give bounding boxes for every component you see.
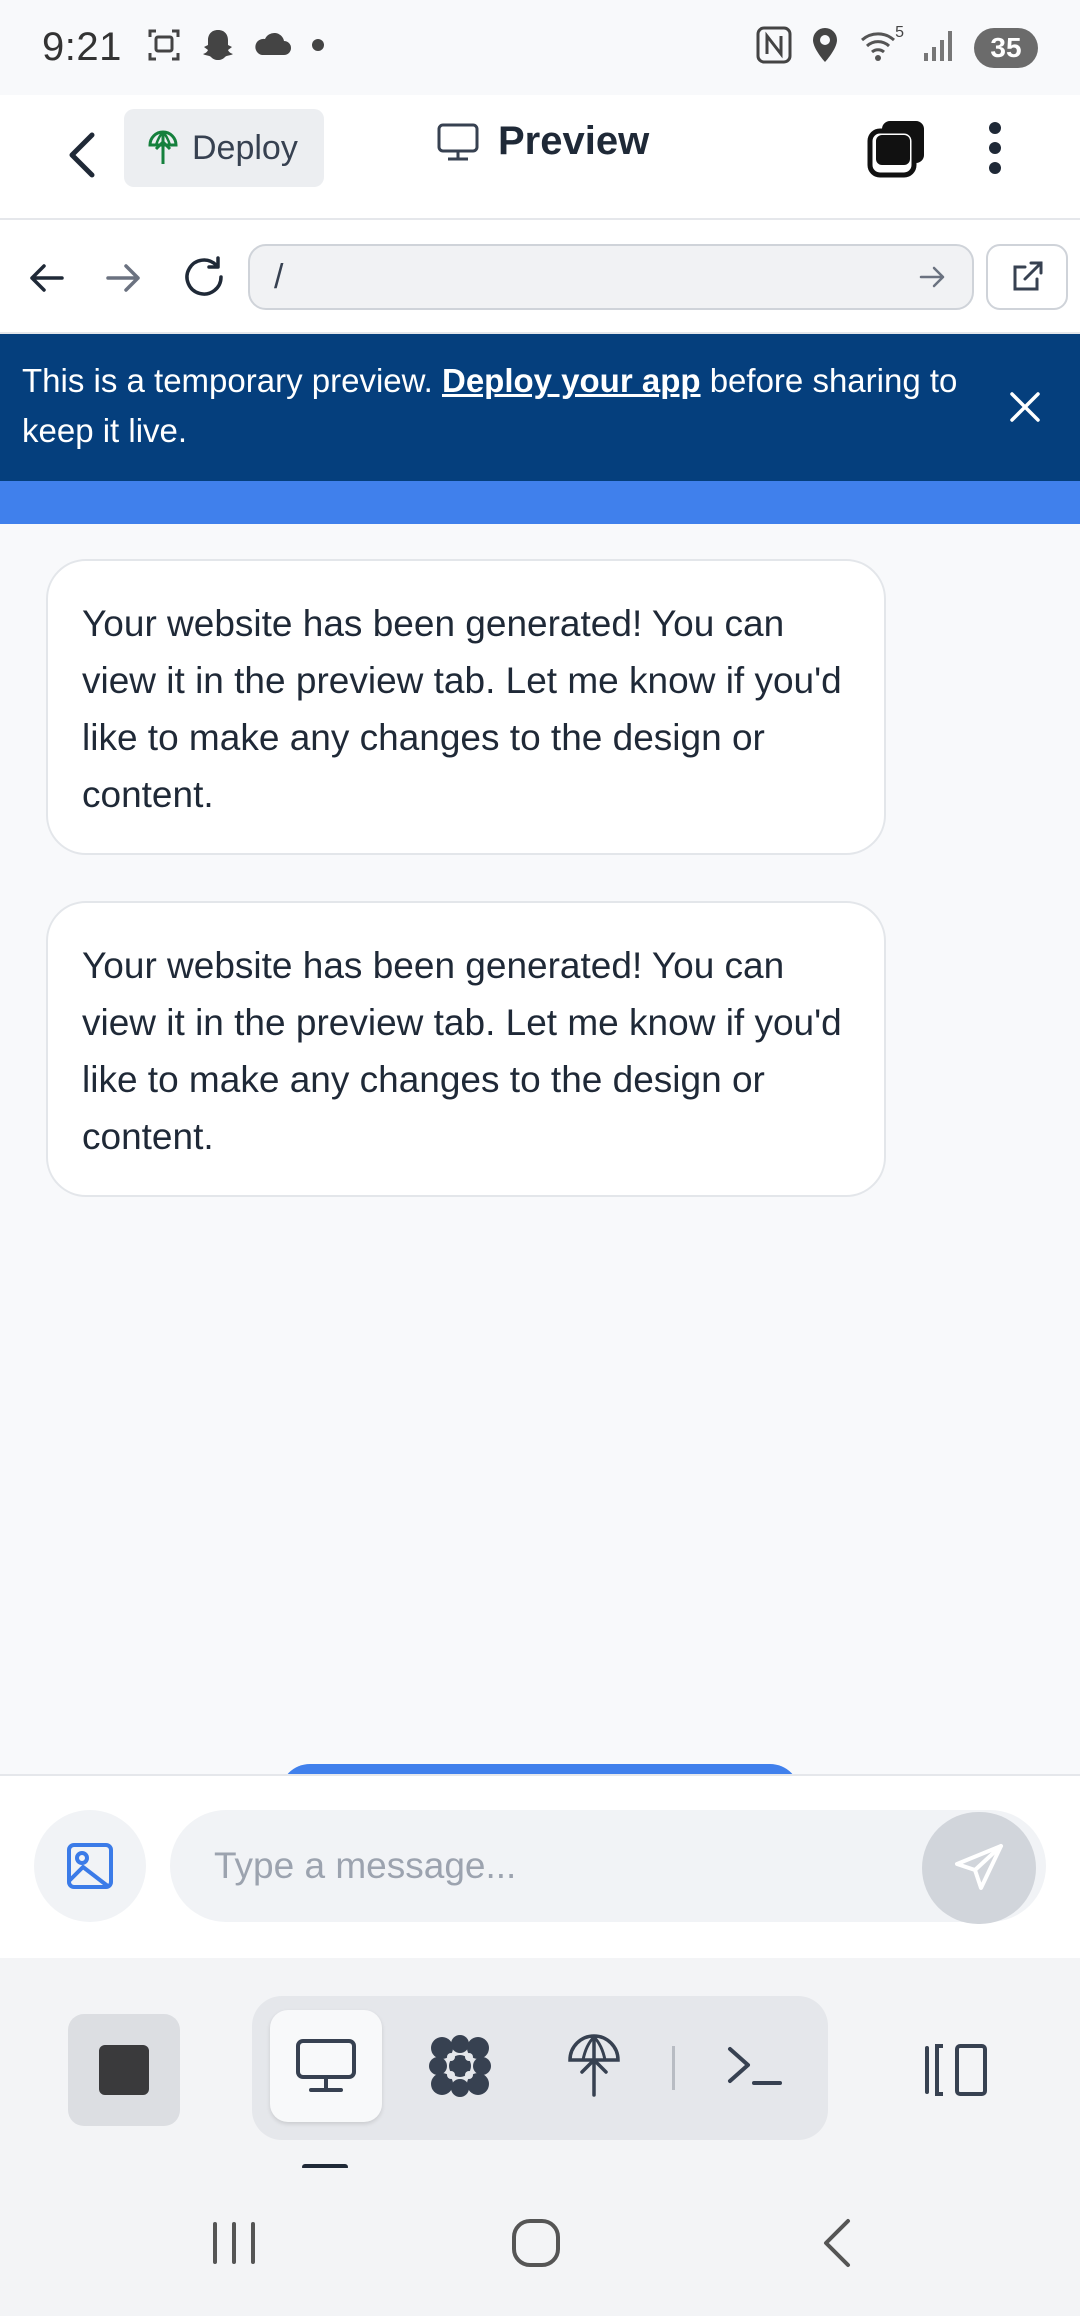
- screenshot-icon: [144, 25, 184, 70]
- tabs-icon: [867, 121, 924, 178]
- preview-progress-strip: [0, 481, 1080, 524]
- browser-back-button[interactable]: [18, 250, 74, 306]
- external-link-icon: [1013, 261, 1043, 291]
- snapchat-icon: [198, 25, 238, 70]
- chevron-left-icon: [69, 132, 95, 178]
- agent-tab[interactable]: [404, 2010, 516, 2122]
- browser-forward-button[interactable]: [96, 250, 152, 306]
- more-options-button[interactable]: [970, 117, 1020, 179]
- back-button[interactable]: [52, 125, 112, 185]
- panel-icon: [925, 2044, 987, 2096]
- agent-icon: [429, 2035, 491, 2097]
- wifi-icon: 5: [858, 24, 904, 69]
- dot-icon: [306, 25, 330, 70]
- monitor-icon: [437, 123, 479, 160]
- recent-apps-icon: [213, 2222, 255, 2264]
- terminal-icon: [728, 2047, 782, 2085]
- send-button[interactable]: [922, 1812, 1036, 1924]
- message-composer: [0, 1774, 1080, 1958]
- preview-banner: This is a temporary preview. Deploy your…: [0, 334, 1080, 481]
- status-time: 9:21: [42, 25, 122, 69]
- stop-button[interactable]: [68, 2014, 180, 2126]
- url-text: /: [274, 257, 284, 296]
- desktop-preview-tab[interactable]: [270, 2010, 382, 2122]
- reload-button[interactable]: [176, 250, 232, 306]
- app-header: Deploy Preview: [0, 95, 1080, 220]
- nfc-icon: [756, 26, 792, 69]
- url-field[interactable]: /: [248, 244, 974, 310]
- recent-apps-button[interactable]: [194, 2208, 274, 2278]
- tool-divider: [672, 2046, 675, 2090]
- preview-label: Preview: [498, 119, 650, 163]
- terminal-tab[interactable]: [698, 2010, 810, 2122]
- home-button[interactable]: [496, 2208, 576, 2278]
- message-input[interactable]: [170, 1810, 1046, 1922]
- banner-text-before: This is a temporary preview.: [22, 362, 442, 399]
- attach-image-button[interactable]: [34, 1810, 146, 1922]
- close-icon: [1010, 392, 1040, 422]
- tabs-button[interactable]: [866, 117, 928, 179]
- chat-messages: Your website has been generated! You can…: [0, 524, 1080, 1804]
- browser-toolbar: /: [0, 220, 1080, 334]
- deploy-icon: [568, 2034, 620, 2097]
- system-status-icons: 5 35: [756, 24, 1038, 69]
- split-panel-button[interactable]: [918, 2032, 994, 2108]
- system-navigation-bar: [0, 2168, 1080, 2316]
- deploy-icon: [148, 130, 178, 164]
- go-arrow-icon[interactable]: [918, 262, 948, 292]
- deploy-tab[interactable]: [538, 2010, 650, 2122]
- send-icon: [955, 1844, 1003, 1890]
- deploy-app-link[interactable]: Deploy your app: [442, 362, 701, 399]
- assistant-message: Your website has been generated! You can…: [46, 901, 886, 1197]
- status-bar: 9:21 5 35: [0, 0, 1080, 95]
- image-icon: [67, 1843, 113, 1889]
- open-external-button[interactable]: [986, 244, 1068, 310]
- deploy-label: Deploy: [192, 128, 298, 167]
- more-vertical-icon: [989, 122, 1001, 174]
- arrow-right-icon: [106, 264, 140, 292]
- refresh-icon: [185, 256, 223, 296]
- desktop-icon: [296, 2039, 356, 2092]
- home-icon: [512, 2219, 560, 2267]
- location-icon: [810, 26, 840, 69]
- preview-title: Preview: [436, 119, 649, 164]
- system-back-button[interactable]: [798, 2208, 878, 2278]
- notification-icons: [144, 25, 330, 70]
- banner-close-button[interactable]: [1000, 382, 1050, 432]
- back-icon: [824, 2219, 850, 2267]
- workspace-toolbar: [0, 1958, 1080, 2170]
- arrow-left-icon: [30, 264, 64, 292]
- signal-icon: [922, 27, 956, 68]
- cloud-icon: [252, 25, 292, 70]
- battery-indicator: 35: [974, 27, 1038, 68]
- deploy-button[interactable]: Deploy: [124, 109, 324, 187]
- wifi-badge: 5: [895, 24, 904, 41]
- assistant-message: Your website has been generated! You can…: [46, 559, 886, 855]
- stop-icon: [99, 2045, 149, 2095]
- tool-switcher: [252, 1996, 828, 2140]
